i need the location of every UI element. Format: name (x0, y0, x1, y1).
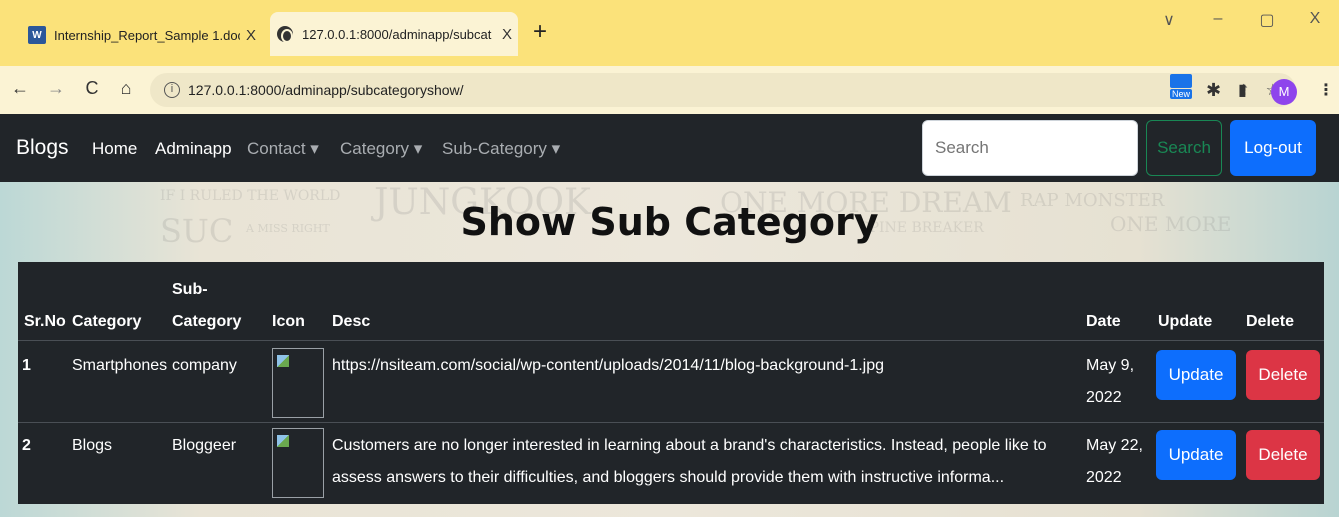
row-category: Blogs (72, 437, 113, 454)
subcategory-table: Sr.No Category Sub- Category Icon Desc D… (18, 262, 1324, 504)
row-divider (18, 422, 1324, 423)
row-date: May 22, (1086, 437, 1143, 454)
row-srno: 1 (22, 357, 31, 374)
nav-link-adminapp[interactable]: Adminapp (155, 139, 232, 159)
update-button[interactable]: Update (1156, 430, 1236, 480)
tab-title: 127.0.0.1:8000/adminapp/subcat (302, 26, 492, 42)
search-input[interactable] (922, 120, 1138, 176)
row-srno: 2 (22, 437, 31, 454)
nav-dropdown-category[interactable]: Category ▾ (340, 139, 422, 159)
forward-icon[interactable]: → (44, 78, 68, 99)
reload-icon[interactable]: C (80, 78, 104, 99)
word-icon: W (28, 26, 46, 44)
extensions-puzzle-icon[interactable]: ✱ (1206, 80, 1221, 101)
close-tab-icon[interactable]: X (496, 26, 518, 43)
address-bar[interactable]: i 127.0.0.1:8000/adminapp/subcategorysho… (150, 73, 1296, 107)
delete-button[interactable]: Delete (1246, 350, 1320, 400)
back-icon[interactable]: ← (8, 78, 32, 99)
header-delete: Delete (1246, 313, 1295, 330)
page-title: Show Sub Category (460, 200, 879, 244)
home-icon[interactable]: ⌂ (114, 78, 138, 99)
row-date: 2022 (1086, 469, 1122, 486)
row-date: 2022 (1086, 389, 1122, 406)
row-subcategory: Bloggeer (172, 437, 237, 454)
browser-tab-active[interactable]: 127.0.0.1:8000/adminapp/subcat X (270, 12, 518, 56)
header-subcategory: Category (172, 313, 242, 330)
close-window-button[interactable]: X (1300, 10, 1330, 28)
row-desc: https://nsiteam.com/social/wp-content/up… (332, 357, 885, 374)
row-subcategory: company (172, 357, 237, 374)
header-desc: Desc (332, 313, 371, 330)
row-category: Smartphones (72, 357, 168, 374)
row-desc: assess answers to their difficulties, an… (332, 469, 1005, 486)
restore-button[interactable]: ▢ (1252, 10, 1282, 30)
browser-menu-icon[interactable]: ⋮ (1318, 80, 1334, 100)
header-date: Date (1086, 313, 1121, 330)
profile-avatar[interactable]: M (1271, 79, 1297, 105)
header-category: Category (72, 313, 142, 330)
row-date: May 9, (1086, 357, 1135, 374)
tab-search-chevron-icon[interactable]: ∨ (1154, 10, 1184, 30)
logout-button[interactable]: Log-out (1230, 120, 1316, 176)
site-navbar: Blogs Home Adminapp Contact ▾ Category ▾… (0, 114, 1339, 182)
update-button[interactable]: Update (1156, 350, 1236, 400)
browser-toolbar: ← → C ⌂ i 127.0.0.1:8000/adminapp/subcat… (0, 66, 1339, 114)
header-update: Update (1158, 313, 1213, 330)
header-srno: Sr.No (24, 313, 66, 330)
new-tab-button[interactable]: + (526, 18, 554, 46)
browser-tab-word-doc[interactable]: W Internship_Report_Sample 1.docx X (22, 18, 262, 52)
header-subcategory: Sub- (172, 281, 208, 298)
nav-dropdown-contact[interactable]: Contact ▾ (247, 139, 319, 159)
tab-title: Internship_Report_Sample 1.docx (54, 27, 240, 43)
navbar-brand[interactable]: Blogs (16, 136, 69, 160)
globe-icon (276, 25, 294, 43)
url-text: 127.0.0.1:8000/adminapp/subcategoryshow/ (188, 82, 464, 98)
header-divider (18, 340, 1324, 341)
nav-dropdown-subcategory[interactable]: Sub-Category ▾ (442, 139, 560, 159)
extension-new-icon[interactable]: New (1170, 74, 1192, 100)
broken-image-icon (272, 428, 324, 498)
search-button[interactable]: Search (1146, 120, 1222, 176)
close-tab-icon[interactable]: X (240, 27, 262, 44)
minimize-button[interactable]: – (1203, 10, 1233, 28)
delete-button[interactable]: Delete (1246, 430, 1320, 480)
browser-tab-strip: W Internship_Report_Sample 1.docx X 127.… (0, 0, 1339, 66)
site-info-icon[interactable]: i (164, 82, 180, 98)
broken-image-icon (272, 348, 324, 418)
header-icon: Icon (272, 313, 305, 330)
side-panel-icon[interactable]: ▮ (1238, 80, 1247, 100)
row-desc: Customers are no longer interested in le… (332, 437, 1047, 454)
nav-link-home[interactable]: Home (92, 139, 137, 159)
